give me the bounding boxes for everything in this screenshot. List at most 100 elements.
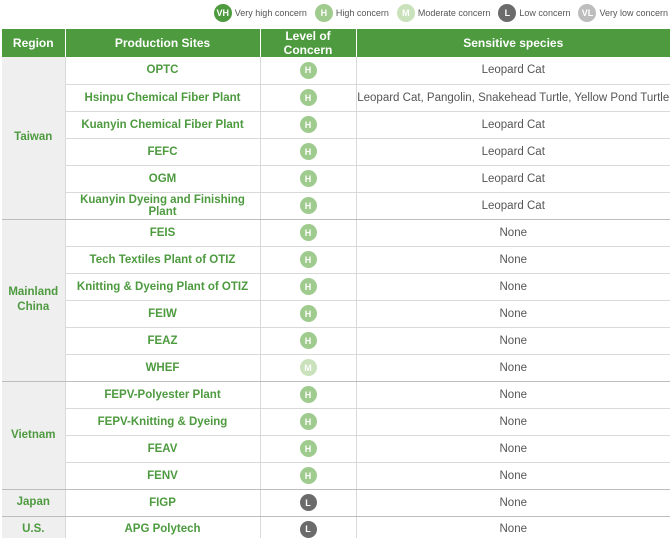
production-sites-table: Region Production Sites Level of Concern… — [2, 29, 670, 538]
table-row: FEAV H None — [2, 435, 670, 463]
region-cell: Vietnam — [2, 381, 66, 490]
legend-label: Very high concern — [234, 8, 307, 18]
concern-badge-icon: H — [299, 305, 317, 322]
concern-badge-icon: M — [396, 4, 415, 22]
production-site-cell: FEPV-Knitting & Dyeing — [65, 408, 261, 436]
production-site-cell: FEAV — [65, 435, 261, 463]
concern-badge-icon: H — [299, 143, 317, 160]
sensitive-species-cell: Leopard Cat — [356, 165, 670, 193]
production-site-cell: Hsinpu Chemical Fiber Plant — [65, 84, 261, 112]
header-level-of-concern: Level of Concern — [260, 29, 357, 57]
sensitive-species-cell: None — [356, 219, 670, 247]
table-row: OGM H Leopard Cat — [2, 165, 670, 193]
concern-badge-icon: H — [299, 224, 317, 241]
region-cell: Japan — [2, 489, 66, 517]
concern-cell: H — [260, 408, 357, 436]
header-region: Region — [2, 29, 66, 57]
sensitive-species-cell: None — [356, 273, 670, 301]
table-header-row: Region Production Sites Level of Concern… — [2, 29, 670, 57]
concern-cell: H — [260, 300, 357, 328]
table-row: FEPV-Knitting & Dyeing H None — [2, 408, 670, 436]
sensitive-species-cell: Leopard Cat — [356, 111, 670, 139]
legend-label: Very low concern — [599, 8, 668, 18]
table-row: Knitting & Dyeing Plant of OTIZ H None — [2, 273, 670, 301]
table-row: WHEF M None — [2, 354, 670, 382]
concern-cell: H — [260, 192, 357, 220]
production-site-cell: WHEF — [65, 354, 261, 382]
production-site-cell: FENV — [65, 462, 261, 490]
sensitive-species-cell: Leopard Cat — [356, 57, 670, 85]
concern-badge-icon: L — [498, 4, 517, 22]
production-site-cell: OPTC — [65, 57, 261, 85]
table-row: FENV H None — [2, 462, 670, 490]
concern-badge-icon: H — [299, 440, 317, 457]
production-site-cell: Tech Textiles Plant of OTIZ — [65, 246, 261, 274]
sensitive-species-cell: None — [356, 408, 670, 436]
sensitive-species-cell: None — [356, 435, 670, 463]
concern-cell: H — [260, 84, 357, 112]
concern-badge-icon: L — [299, 520, 317, 538]
concern-cell: H — [260, 111, 357, 139]
concern-badge-icon: H — [299, 467, 317, 484]
concern-cell: H — [260, 138, 357, 166]
region-cell: U.S. — [2, 516, 66, 538]
concern-cell: L — [260, 516, 357, 538]
header-production-sites: Production Sites — [65, 29, 261, 57]
production-site-cell: Kuanyin Dyeing and Finishing Plant — [65, 192, 261, 220]
legend-label: Moderate concern — [417, 8, 491, 18]
concern-cell: H — [260, 327, 357, 355]
concern-badge-icon: H — [299, 197, 317, 214]
table-row: Japan FIGP L None — [2, 489, 670, 517]
concern-legend: VH Very high concern H High concern M Moderat… — [213, 4, 668, 22]
sensitive-species-cell: None — [356, 246, 670, 274]
production-site-cell: FEIS — [65, 219, 261, 247]
production-site-cell: FEFC — [65, 138, 261, 166]
concern-badge-icon: H — [299, 332, 317, 349]
sensitive-species-cell: Leopard Cat — [356, 192, 670, 220]
production-site-cell: FEAZ — [65, 327, 261, 355]
header-sensitive-species: Sensitive species — [356, 29, 670, 57]
sensitive-species-cell: Leopard Cat, Pangolin, Snakehead Turtle,… — [356, 84, 670, 112]
region-cell: Taiwan — [2, 57, 66, 220]
concern-badge-icon: VL — [578, 4, 597, 22]
concern-cell: M — [260, 354, 357, 382]
production-site-cell: FEIW — [65, 300, 261, 328]
concern-badge-icon: H — [299, 61, 317, 79]
legend-item: VH Very high concern — [213, 4, 307, 22]
table-row: Kuanyin Dyeing and Finishing Plant H Leopa… — [2, 192, 670, 220]
table-row: FEIW H None — [2, 300, 670, 328]
sensitive-species-cell: None — [356, 462, 670, 490]
concern-badge-icon: H — [299, 278, 317, 295]
sensitive-species-cell: None — [356, 516, 670, 538]
concern-cell: H — [260, 246, 357, 274]
table-row: U.S. APG Polytech L None — [2, 516, 670, 538]
production-site-cell: Knitting & Dyeing Plant of OTIZ — [65, 273, 261, 301]
sensitive-species-cell: Leopard Cat — [356, 138, 670, 166]
concern-badge-icon: H — [299, 170, 317, 187]
concern-cell: H — [260, 435, 357, 463]
concern-cell: H — [260, 165, 357, 193]
concern-badge-icon: H — [299, 413, 317, 430]
concern-badge-icon: H — [314, 4, 333, 22]
legend-item: H High concern — [314, 4, 389, 22]
production-site-cell: Kuanyin Chemical Fiber Plant — [65, 111, 261, 139]
table-row: Mainland China FEIS H None — [2, 219, 670, 382]
legend-item: M Moderate concern — [396, 4, 491, 22]
region-cell: Mainland China — [2, 219, 66, 382]
concern-badge-icon: VH — [213, 4, 232, 22]
legend-item: L Low concern — [498, 4, 570, 22]
legend-label: Low concern — [519, 8, 571, 18]
table-row: Vietnam FEPV-Polyester Plant H None — [2, 381, 670, 490]
legend-label: High concern — [335, 8, 389, 18]
concern-badge-icon: H — [299, 386, 317, 403]
table-row: Taiwan OPTC H Leopard Cat — [2, 57, 670, 220]
concern-cell: H — [260, 462, 357, 490]
sensitive-species-cell: None — [356, 381, 670, 409]
concern-cell: H — [260, 219, 357, 247]
concern-cell: H — [260, 381, 357, 409]
concern-badge-icon: M — [299, 359, 317, 376]
table-row: Hsinpu Chemical Fiber Plant H Leopard Cat,… — [2, 84, 670, 112]
concern-badge-icon: H — [299, 89, 317, 106]
sensitive-species-cell: None — [356, 354, 670, 382]
concern-badge-icon: L — [299, 494, 317, 511]
